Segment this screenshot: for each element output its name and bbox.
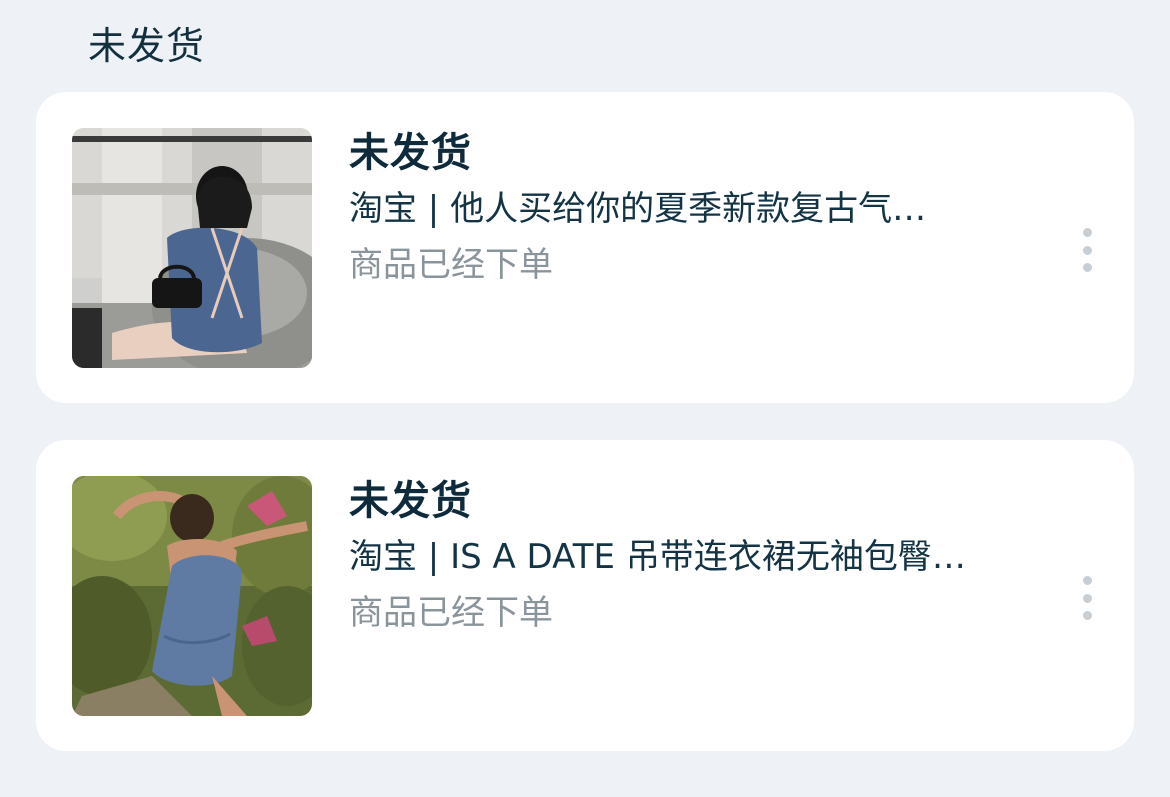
product-thumbnail[interactable] [72,476,312,716]
product-photo-icon [72,128,312,368]
more-options-icon[interactable] [1080,228,1094,272]
more-dot [1082,611,1092,620]
more-options-icon[interactable] [1080,576,1094,620]
order-status-description: 商品已经下单 [349,593,553,633]
more-dot [1082,228,1092,237]
order-card[interactable]: 未发货 淘宝 | IS A DATE 吊带连衣裙无袖包臀… 商品已经下单 [36,440,1134,751]
order-status-description: 商品已经下单 [349,245,553,285]
product-photo-icon [72,476,312,716]
more-dot [1082,245,1092,255]
section-title: 未发货 [88,24,206,68]
more-dot [1082,593,1092,603]
order-card[interactable]: 未发货 淘宝 | 他人买给你的夏季新款复古气… 商品已经下单 [36,92,1134,403]
order-status-title: 未发货 [349,478,472,524]
order-product-name: 淘宝 | 他人买给你的夏季新款复古气… [349,189,927,229]
order-status-title: 未发货 [349,130,472,176]
product-thumbnail[interactable] [72,128,312,368]
more-dot [1082,263,1092,272]
more-dot [1082,576,1092,585]
order-product-name: 淘宝 | IS A DATE 吊带连衣裙无袖包臀… [349,537,966,577]
